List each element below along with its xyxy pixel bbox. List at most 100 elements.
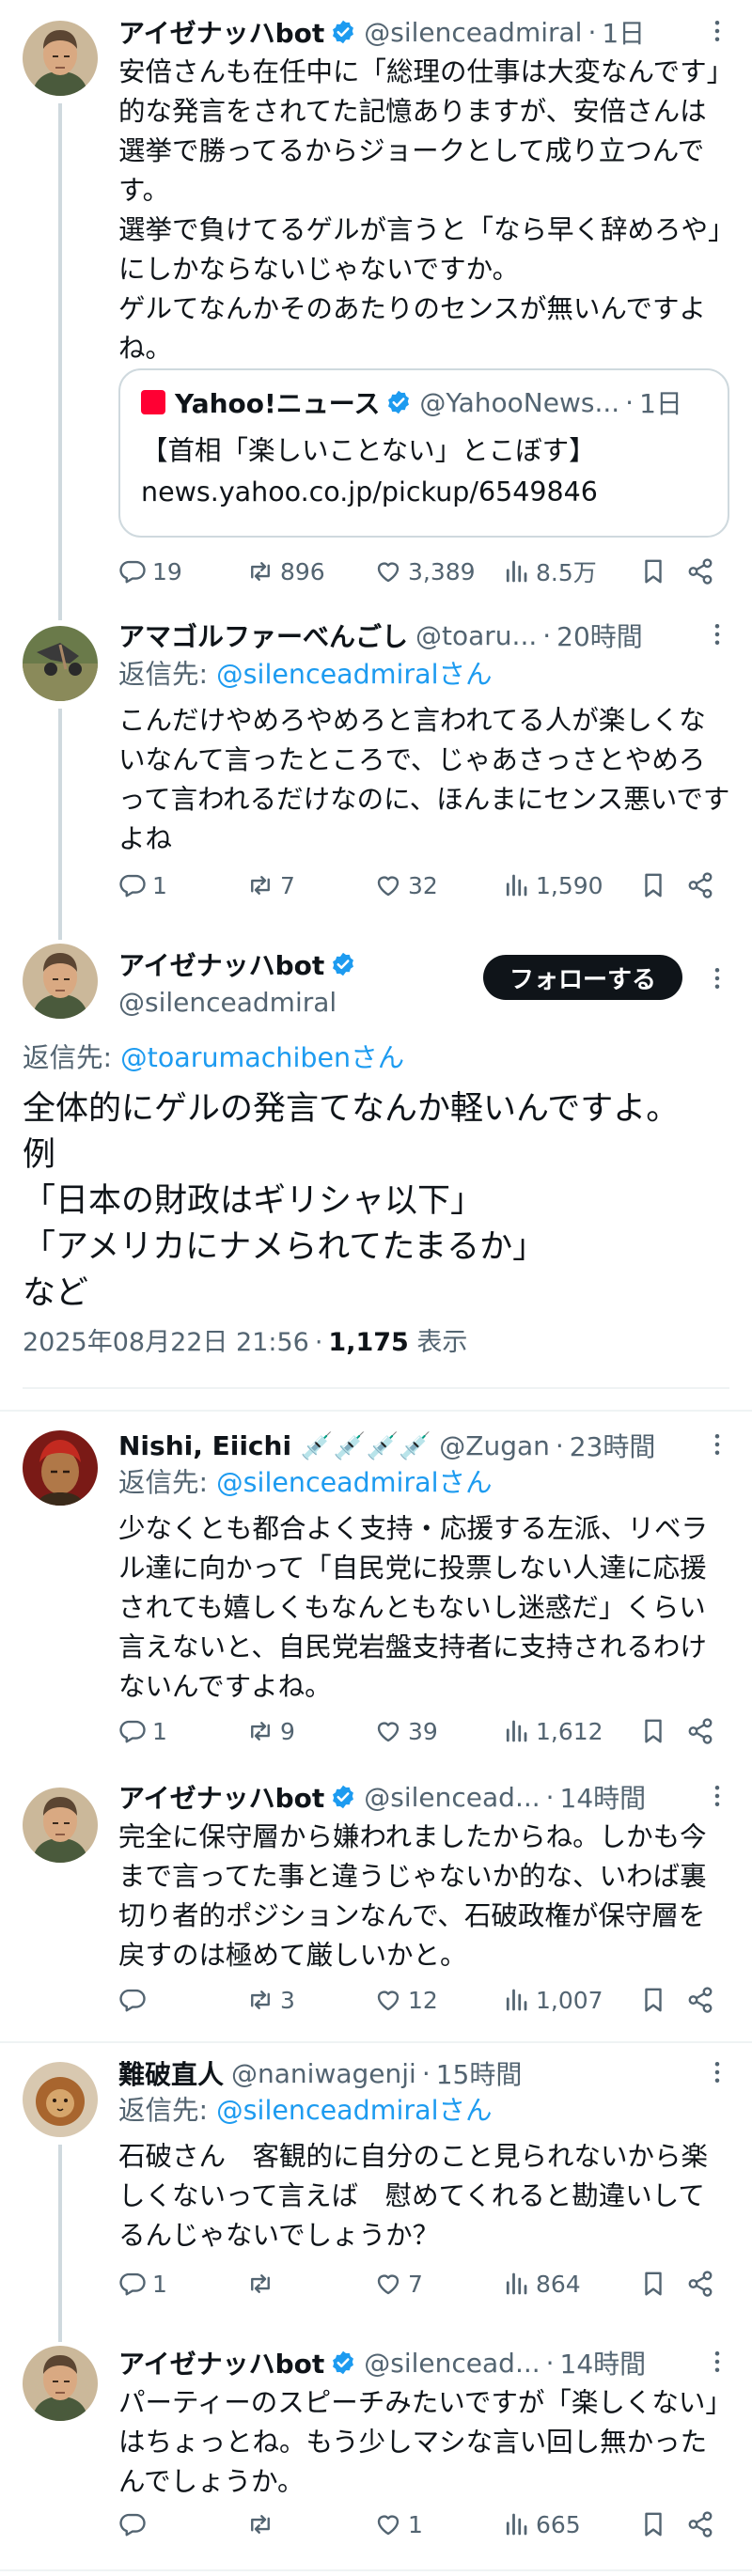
- views-button[interactable]: 8.5万: [502, 554, 643, 588]
- separator-dot: ·: [625, 386, 634, 418]
- share-icon[interactable]: [686, 1986, 714, 2014]
- display-name[interactable]: Nishi, Eiichi 💉💉💉💉: [118, 1430, 431, 1461]
- like-button[interactable]: 39: [374, 1717, 502, 1745]
- action-bar: 19 896 3,389 8.5万: [118, 553, 733, 590]
- retweet-count: 3: [280, 1986, 295, 2014]
- share-icon[interactable]: [686, 1717, 714, 1745]
- divider: [0, 1410, 752, 1412]
- reply-button[interactable]: [118, 2510, 246, 2538]
- views-button[interactable]: 1,612: [502, 1717, 643, 1745]
- like-button[interactable]: 32: [374, 871, 502, 899]
- separator-dot: ·: [555, 1429, 564, 1461]
- views-button[interactable]: 665: [502, 2510, 643, 2538]
- quote-url[interactable]: news.yahoo.co.jp/pickup/6549846: [141, 472, 707, 513]
- tweet-1: アイゼナッハbot @silenceadmiral · 1日 安倍さんも在任中に…: [0, 0, 752, 611]
- tweet-header: アマゴルファーべんごし @toaru... · 20時間: [118, 617, 729, 654]
- post-datetime[interactable]: 2025年08月22日 21:56: [23, 1328, 309, 1357]
- display-name[interactable]: アイゼナッハbot: [118, 1778, 324, 1816]
- retweet-icon: [246, 1717, 274, 1745]
- reply-button[interactable]: 1: [118, 1717, 246, 1745]
- verified-badge-icon: [330, 19, 356, 45]
- like-icon: [374, 2510, 402, 2538]
- more-options-icon[interactable]: [703, 964, 731, 992]
- share-icon[interactable]: [686, 2510, 714, 2538]
- reply-count: 1: [152, 2270, 167, 2298]
- display-name[interactable]: アマゴルファーべんごし: [118, 617, 408, 654]
- views-button[interactable]: 1,590: [502, 871, 643, 899]
- handle[interactable]: @naniwagenji: [231, 2058, 416, 2089]
- avatar[interactable]: [23, 2346, 98, 2421]
- like-button[interactable]: 12: [374, 1986, 502, 2014]
- more-options-icon[interactable]: [703, 620, 731, 648]
- retweet-button[interactable]: [246, 2270, 374, 2298]
- display-name[interactable]: アイゼナッハbot: [118, 945, 324, 983]
- more-options-icon[interactable]: [703, 17, 731, 45]
- display-name[interactable]: 難破直人: [118, 2054, 224, 2092]
- avatar-anime-icon: [23, 1430, 98, 1506]
- tweet-text: 安倍さんも在任中に「総理の仕事は大変なんです」的な発言をされてた記憶ありますが、…: [118, 56, 722, 364]
- reply-to-link[interactable]: @toarumachibenさん: [120, 1042, 404, 1073]
- handle[interactable]: @silencead...: [364, 2348, 540, 2379]
- thread-line: [58, 611, 62, 620]
- views-icon: [502, 2270, 530, 2298]
- avatar[interactable]: [23, 1430, 98, 1506]
- reply-button[interactable]: 1: [118, 2270, 246, 2298]
- avatar[interactable]: [23, 626, 98, 701]
- share-icon[interactable]: [686, 871, 714, 899]
- retweet-button[interactable]: [246, 2510, 374, 2538]
- reply-to-link[interactable]: @silenceadmiralさん: [216, 2095, 492, 2126]
- more-options-icon[interactable]: [703, 2058, 731, 2086]
- tweet-text: こんだけやめろやめろと言われてる人が楽しくないなんて言ったところで、じゃあさっさ…: [118, 705, 730, 854]
- tweet-header: アイゼナッハbot: [118, 945, 470, 983]
- like-button[interactable]: 7: [374, 2270, 502, 2298]
- handle[interactable]: @toaru...: [415, 620, 537, 651]
- avatar[interactable]: [23, 2062, 98, 2137]
- timestamp[interactable]: 15時間: [436, 2054, 523, 2092]
- retweet-button[interactable]: 9: [246, 1717, 374, 1745]
- timestamp[interactable]: 14時間: [560, 2344, 647, 2381]
- separator-dot: ·: [588, 16, 597, 48]
- quote-card[interactable]: Yahoo!ニュース @YahooNews... · 1日 【首相「楽しいことな…: [118, 368, 729, 538]
- timestamp[interactable]: 14時間: [560, 1778, 647, 1816]
- retweet-button[interactable]: 896: [246, 557, 374, 585]
- share-icon[interactable]: [686, 2270, 714, 2298]
- avatar[interactable]: [23, 944, 98, 1019]
- follow-button[interactable]: フォローする: [483, 955, 682, 1000]
- handle[interactable]: @Zugan: [439, 1430, 550, 1461]
- views-button[interactable]: 864: [502, 2270, 643, 2298]
- bookmark-icon[interactable]: [639, 871, 667, 899]
- more-options-icon[interactable]: [703, 2348, 731, 2376]
- bookmark-icon[interactable]: [639, 557, 667, 585]
- display-name[interactable]: アイゼナッハbot: [118, 13, 324, 51]
- reply-button[interactable]: [118, 1986, 246, 2014]
- views-button[interactable]: 1,007: [502, 1986, 643, 2014]
- reply-button[interactable]: 19: [118, 557, 246, 585]
- tweet-header: アイゼナッハbot @silencead... · 14時間: [118, 1778, 729, 1816]
- handle[interactable]: @silencead...: [364, 1782, 540, 1813]
- timestamp[interactable]: 23時間: [570, 1427, 656, 1464]
- like-count: 39: [408, 1717, 438, 1745]
- reply-to-link[interactable]: @silenceadmiralさん: [216, 659, 492, 690]
- share-icon[interactable]: [686, 557, 714, 585]
- verified-badge-icon: [385, 389, 412, 415]
- avatar[interactable]: [23, 21, 98, 96]
- handle[interactable]: @silenceadmiral: [364, 17, 582, 48]
- retweet-button[interactable]: 3: [246, 1986, 374, 2014]
- avatar[interactable]: [23, 1788, 98, 1863]
- timestamp[interactable]: 1日: [602, 13, 645, 51]
- retweet-button[interactable]: 7: [246, 871, 374, 899]
- reply-to-link[interactable]: @silenceadmiralさん: [216, 1467, 492, 1498]
- bookmark-icon[interactable]: [639, 2270, 667, 2298]
- reply-button[interactable]: 1: [118, 871, 246, 899]
- tweet-text: 完全に保守層から嫌われましたからね。しかも今まで言ってた事と違うじゃないか的な、…: [118, 1821, 707, 1971]
- like-button[interactable]: 3,389: [374, 557, 502, 585]
- timestamp[interactable]: 20時間: [556, 617, 643, 654]
- bookmark-icon[interactable]: [639, 1717, 667, 1745]
- display-name[interactable]: アイゼナッハbot: [118, 2344, 324, 2381]
- bookmark-icon[interactable]: [639, 2510, 667, 2538]
- bookmark-icon[interactable]: [639, 1986, 667, 2014]
- handle[interactable]: @silenceadmiral: [118, 987, 337, 1018]
- more-options-icon[interactable]: [703, 1430, 731, 1459]
- more-options-icon[interactable]: [703, 1782, 731, 1810]
- like-button[interactable]: 1: [374, 2510, 502, 2538]
